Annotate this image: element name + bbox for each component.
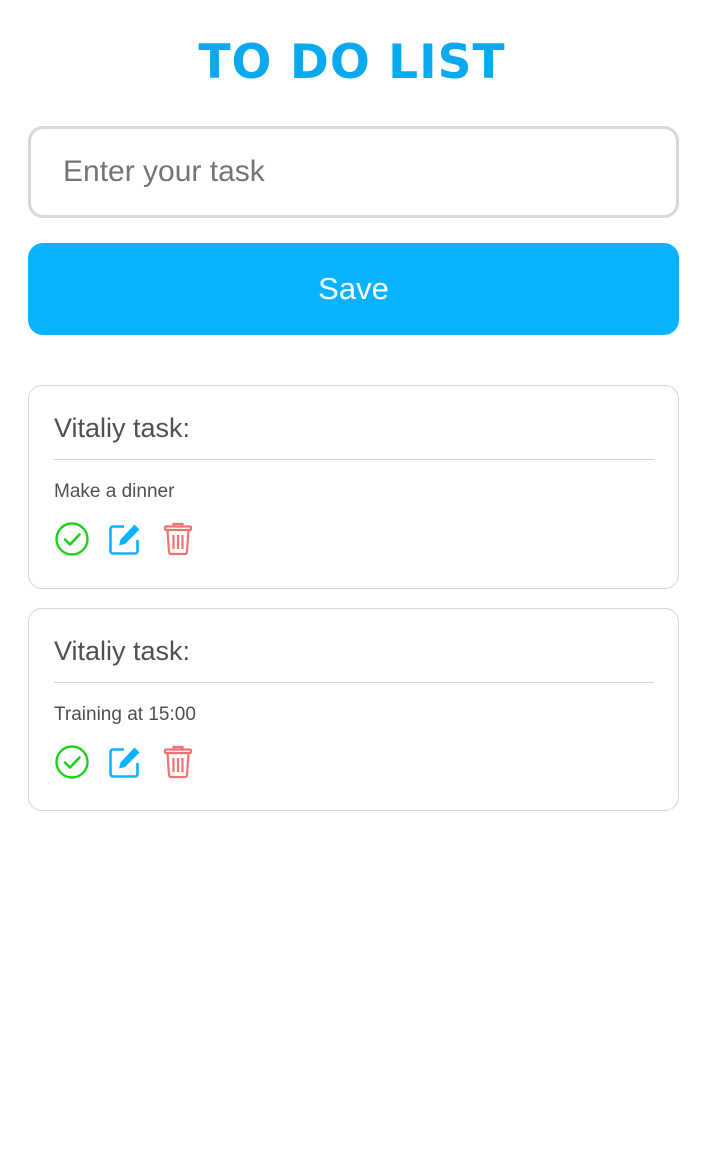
- divider: [54, 682, 654, 683]
- task-title: Vitaliy task:: [54, 413, 191, 443]
- task-title: Vitaliy task:: [54, 636, 191, 666]
- task-text: Make a dinner: [54, 481, 175, 502]
- trash-icon[interactable]: [160, 744, 196, 780]
- page-title: TO DO LIST: [198, 35, 506, 90]
- task-actions: [54, 744, 213, 780]
- task-card: Vitaliy task: Make a dinner: [28, 385, 679, 589]
- check-circle-icon[interactable]: [54, 521, 90, 557]
- edit-icon[interactable]: [107, 744, 143, 780]
- trash-icon[interactable]: [160, 521, 196, 557]
- task-card: Vitaliy task: Training at 15:00: [28, 608, 679, 811]
- check-circle-icon[interactable]: [54, 744, 90, 780]
- task-input[interactable]: [28, 126, 679, 218]
- task-text: Training at 15:00: [54, 704, 196, 725]
- divider: [54, 459, 654, 460]
- task-actions: [54, 521, 213, 557]
- save-button[interactable]: Save: [28, 243, 679, 335]
- edit-icon[interactable]: [107, 521, 143, 557]
- todo-app: TO DO LIST Save Vitaliy task: Make a din…: [0, 0, 704, 1174]
